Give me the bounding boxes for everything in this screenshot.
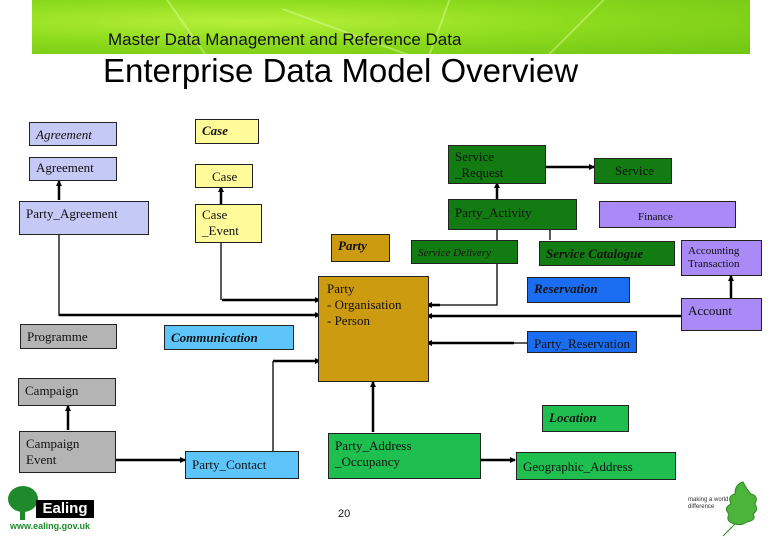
party-group-label: Party <box>331 234 390 262</box>
entity-geographic-address[interactable]: Geographic_Address <box>516 452 676 480</box>
entity-party-reservation[interactable]: Party_Reservation <box>527 331 637 353</box>
entity-campaign-event-line1: Campaign <box>26 436 80 451</box>
entity-programme[interactable]: Programme <box>20 324 117 349</box>
entity-accounting-transaction-line2: Transaction <box>688 258 740 270</box>
case-group-label: Case <box>195 119 259 144</box>
entity-accounting-transaction[interactable]: Accounting Transaction <box>681 240 762 276</box>
communication-group-label: Communication <box>164 325 294 350</box>
logo-url: www.ealing.gov.uk <box>10 521 91 531</box>
entity-campaign-event[interactable]: Campaign Event <box>19 431 116 473</box>
entity-service-request-line2: _Request <box>455 165 504 180</box>
entity-account[interactable]: Account <box>681 298 762 331</box>
entity-party-line1: Party <box>327 281 355 296</box>
entity-party-address-occupancy-line1: Party_Address <box>335 438 412 453</box>
tree-trunk <box>20 508 25 520</box>
ealing-logo: Ealing www.ealing.gov.uk <box>6 484 96 536</box>
entity-case-event-line2: _Event <box>202 223 239 238</box>
entity-agreement[interactable]: Agreement <box>29 157 117 181</box>
entity-party-line3: - Person <box>327 313 370 328</box>
finance-group-label: Finance <box>599 201 736 228</box>
entity-party-agreement[interactable]: Party_Agreement <box>19 201 149 235</box>
page-number: 20 <box>338 508 351 520</box>
link-party-agreement-party <box>58 235 318 316</box>
entity-party-line2: - Organisation <box>327 297 402 312</box>
entity-party-contact[interactable]: Party_Contact <box>185 451 299 479</box>
service-catalogue-group-label: Service Catalogue <box>539 241 675 266</box>
entity-party[interactable]: Party - Organisation - Person <box>318 276 429 382</box>
location-group-label: Location <box>542 405 629 432</box>
entity-service[interactable]: Service <box>594 158 672 184</box>
entity-case[interactable]: Case <box>195 164 253 188</box>
entity-service-request-line1: Service <box>455 149 494 164</box>
logo-word: Ealing <box>36 500 94 518</box>
oak-leaf-icon <box>722 481 758 537</box>
entity-service-request[interactable]: Service _Request <box>448 145 546 184</box>
entity-campaign[interactable]: Campaign <box>18 378 116 406</box>
service-delivery-group-label: Service Delivery <box>411 240 518 264</box>
entity-party-address-occupancy-line2: _Occupancy <box>335 454 400 469</box>
entity-party-address-occupancy[interactable]: Party_Address _Occupancy <box>328 433 481 479</box>
agreement-group-label: Agreement <box>29 122 117 146</box>
reservation-group-label: Reservation <box>527 277 630 303</box>
entity-case-event[interactable]: Case _Event <box>195 204 262 243</box>
entity-party-activity[interactable]: Party_Activity <box>448 199 577 230</box>
entity-case-event-line1: Case <box>202 207 228 222</box>
entity-accounting-transaction-line1: Accounting <box>688 245 740 257</box>
entity-campaign-event-line2: Event <box>26 452 57 467</box>
